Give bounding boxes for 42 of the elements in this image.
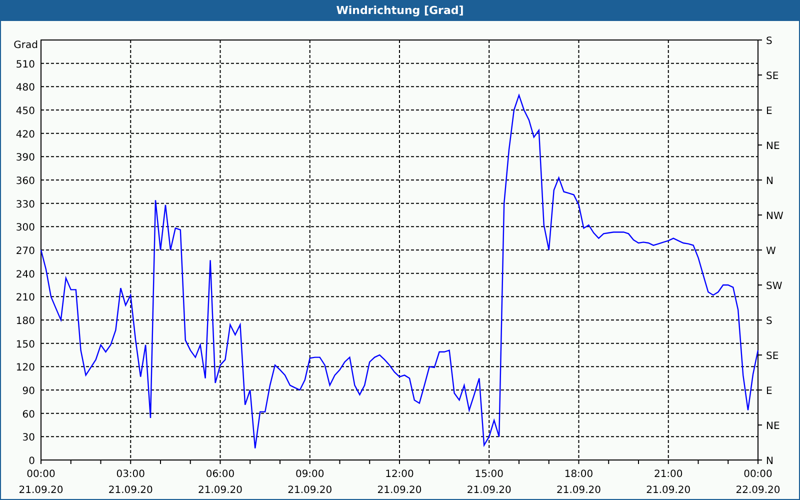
direction-label: SE [766,351,779,362]
x-axis-label: 18:00 21.09.20 [556,469,602,496]
y-axis-label: 480 [16,82,35,94]
y-axis-label: 60 [22,409,35,420]
y-axis-label: 150 [16,339,35,350]
x-axis-label: 03:00 21.09.20 [108,469,153,496]
y-axis-label: 120 [16,362,35,374]
y-axis-label: 90 [22,386,35,397]
y-axis-label: 330 [16,199,35,210]
y-axis-label: 300 [16,222,35,234]
window-title: Windrichtung [Grad] [336,4,464,17]
direction-label: SE [766,71,779,82]
direction-label: E [766,386,772,397]
y-axis-label: 180 [16,316,35,327]
direction-label: W [766,246,776,257]
y-axis-label: 390 [16,152,35,164]
direction-label: NE [766,421,780,432]
y-axis-label: 0 [28,456,35,467]
x-axis-label: 00:00 21.09.20 [18,469,64,496]
x-axis-label: 21:00 21.09.20 [646,469,691,496]
y-axis-label: 210 [16,292,35,304]
direction-label: NW [766,211,784,222]
y-axis-label: 450 [16,106,35,117]
direction-label: SW [766,281,782,292]
direction-label: NE [766,141,780,152]
x-axis-label: 12:00 21.09.20 [377,469,422,496]
y-axis-label: 420 [16,129,35,140]
direction-label: N [766,176,774,187]
direction-label: S [766,36,772,47]
direction-label: N [766,456,774,467]
y-axis-label: 270 [16,246,35,257]
direction-label: S [766,316,772,327]
y-axis-title: Grad [14,40,38,51]
x-axis-label: 09:00 21.09.20 [288,469,332,496]
direction-label: E [766,106,772,117]
x-axis-label: 00:00 22.09.20 [736,469,780,496]
x-axis-label: 15:00 21.09.20 [466,469,512,496]
y-axis-label: 30 [22,432,35,444]
y-axis-label: 510 [16,59,35,70]
y-axis-label: 240 [16,269,35,280]
y-axis-label: 360 [16,176,35,187]
x-axis-label: 06:00 21.09.20 [198,469,243,496]
